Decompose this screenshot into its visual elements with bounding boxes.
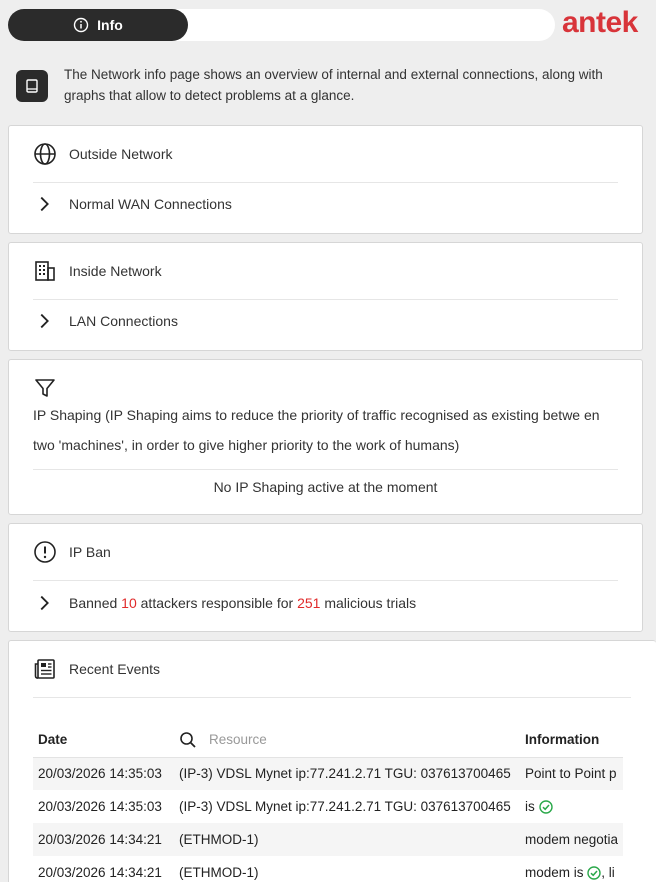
ip-shaping-title: IP Shaping (IP Shaping aims to reduce th… [33,400,618,470]
events-table: Date Resource Information 20/03/2026 14:… [33,723,624,882]
tab-info-label: Info [97,17,123,33]
newspaper-icon [34,659,55,679]
brand-logo: antek [562,6,638,39]
event-info: is [520,790,623,823]
event-date: 20/03/2026 14:34:21 [38,865,162,880]
ip-ban-header: IP Ban [33,524,618,581]
chevron-right-icon [40,313,49,329]
inside-network-header: Inside Network [33,243,618,300]
table-row[interactable]: 20/03/2026 14:34:21 (ETHMOD-1) modem is … [33,856,623,882]
info-icon [73,17,89,33]
event-date: 20/03/2026 14:35:03 [33,757,174,790]
event-resource: (ETHMOD-1) [179,865,259,880]
book-icon [16,70,48,102]
event-date: 20/03/2026 14:34:21 [33,823,174,856]
event-info: modem is , li [520,856,623,882]
recent-events-card: Recent Events Date Resource Information [8,640,656,882]
outside-network-title: Outside Network [69,146,173,162]
resource-column-header[interactable]: Resource [174,723,520,758]
ip-ban-middle: attackers responsible for [140,595,294,611]
ip-ban-prefix: Banned [69,595,118,611]
ip-ban-attackers-count: 10 [121,595,137,611]
outside-network-card: Outside Network Normal WAN Connections [8,125,643,234]
filter-icon [35,379,55,397]
table-row[interactable]: 20/03/2026 14:34:21 (ETHMOD-1) modem neg… [33,823,624,856]
ip-ban-row[interactable]: Banned 10 attackers responsible for 251 … [33,591,618,615]
date-column-header[interactable]: Date [33,723,174,758]
check-circle-icon [587,866,601,880]
intro-text: The Network info page shows an overview … [64,67,603,103]
ip-ban-trials-count: 251 [297,595,321,611]
ip-shaping-card: IP Shaping (IP Shaping aims to reduce th… [8,359,643,515]
event-info-tail: , li [601,865,615,880]
lan-connections-row[interactable]: LAN Connections [33,309,618,333]
event-info-text: is [525,799,535,814]
event-info: Point to Point p [520,757,624,790]
table-row[interactable]: 20/03/2026 14:35:03 (IP-3) VDSL Mynet ip… [33,757,624,790]
lan-connections-label: LAN Connections [69,313,178,329]
ip-ban-suffix: malicious trials [324,595,417,611]
wan-connections-label: Normal WAN Connections [69,196,232,212]
inside-network-card: Inside Network LAN Connections [8,242,643,351]
globe-icon [34,143,56,165]
building-icon [35,261,55,281]
event-resource: (ETHMOD-1) [174,823,520,856]
event-date: 20/03/2026 14:35:03 [38,799,162,814]
ip-ban-title: IP Ban [69,544,111,560]
search-icon [180,731,196,748]
tab-info[interactable]: Info [8,9,188,41]
ip-ban-card: IP Ban Banned 10 attackers responsible f… [8,523,643,632]
chevron-right-icon [40,196,49,212]
events-table-header: Date Resource Information [33,723,624,758]
top-nav: Info [8,9,555,41]
table-row[interactable]: 20/03/2026 14:35:03 (IP-3) VDSL Mynet ip… [33,790,623,823]
ip-ban-summary: Banned 10 attackers responsible for 251 … [69,595,416,611]
alert-circle-icon [34,541,56,563]
event-resource: (IP-3) VDSL Mynet ip:77.241.2.71 TGU: 03… [174,757,520,790]
recent-events-title: Recent Events [69,661,161,677]
resource-search-placeholder: Resource [209,732,267,748]
outside-network-header: Outside Network [33,126,618,183]
recent-events-header: Recent Events [33,641,631,698]
check-circle-icon [538,800,553,814]
event-info-text: modem is [525,865,584,880]
event-info: modem negotia [520,823,624,856]
chevron-right-icon [40,595,49,611]
event-resource: (IP-3) VDSL Mynet ip:77.241.2.71 TGU: 03… [179,799,511,814]
ip-shaping-status: No IP Shaping active at the moment [213,479,438,495]
wan-connections-row[interactable]: Normal WAN Connections [33,192,618,216]
inside-network-title: Inside Network [69,263,162,279]
information-column-header[interactable]: Information [520,723,624,758]
